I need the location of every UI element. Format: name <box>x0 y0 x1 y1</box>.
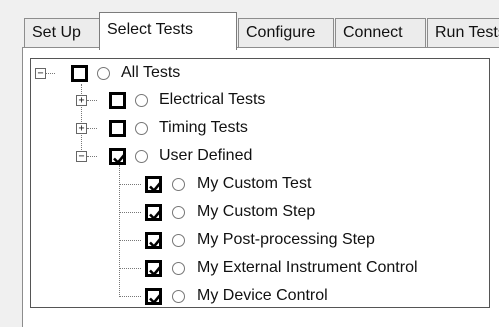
test-tree[interactable]: − All Tests + Electrical Tests + Timing … <box>30 58 490 308</box>
minus-box-icon[interactable]: − <box>35 68 46 79</box>
radio-button-icon[interactable] <box>172 178 185 191</box>
tab-configure[interactable]: Configure <box>238 18 334 48</box>
checkbox-icon[interactable] <box>109 120 126 137</box>
radio-button-icon[interactable] <box>172 206 185 219</box>
tree-connector <box>119 240 141 241</box>
minus-box-icon[interactable]: − <box>76 151 87 162</box>
tree-connector <box>87 128 97 129</box>
radio-button-icon[interactable] <box>172 262 185 275</box>
plus-box-icon[interactable]: + <box>76 95 87 106</box>
tree-item-my-post-processing-step[interactable]: My Post-processing Step <box>197 230 375 250</box>
radio-button-icon[interactable] <box>135 94 148 107</box>
tree-item-timing-tests[interactable]: Timing Tests <box>159 118 248 138</box>
tab-set-up[interactable]: Set Up <box>24 18 100 48</box>
checkbox-icon[interactable] <box>145 288 163 305</box>
checkbox-icon[interactable] <box>109 92 126 109</box>
test-app-window: Set Up Configure Connect Run Tests Selec… <box>0 0 499 327</box>
checkbox-icon[interactable] <box>109 148 127 165</box>
radio-button-icon[interactable] <box>135 150 148 163</box>
tree-item-all-tests[interactable]: All Tests <box>121 63 180 83</box>
radio-button-icon[interactable] <box>97 67 110 80</box>
tree-item-user-defined[interactable]: User Defined <box>159 146 252 166</box>
checkbox-icon[interactable] <box>145 204 163 221</box>
tree-connector <box>87 100 97 101</box>
tab-strip: Set Up Configure Connect Run Tests Selec… <box>20 0 499 50</box>
plus-box-icon[interactable]: + <box>76 123 87 134</box>
radio-button-icon[interactable] <box>135 122 148 135</box>
tree-connector <box>119 184 141 185</box>
radio-button-icon[interactable] <box>172 234 185 247</box>
tree-item-electrical-tests[interactable]: Electrical Tests <box>159 90 265 110</box>
tab-select-tests[interactable]: Select Tests <box>99 12 237 50</box>
tree-connector <box>87 156 97 157</box>
tree-item-my-custom-test[interactable]: My Custom Test <box>197 174 311 194</box>
checkbox-icon[interactable] <box>145 176 163 193</box>
tree-connector <box>119 212 141 213</box>
checkbox-icon[interactable] <box>145 260 163 277</box>
tree-item-my-device-control[interactable]: My Device Control <box>197 286 328 306</box>
tree-connector <box>119 268 141 269</box>
tab-connect[interactable]: Connect <box>335 18 426 48</box>
tab-run-tests[interactable]: Run Tests <box>427 18 499 48</box>
tree-item-my-custom-step[interactable]: My Custom Step <box>197 202 315 222</box>
tree-item-my-external-instrument-control[interactable]: My External Instrument Control <box>197 258 418 278</box>
checkbox-icon[interactable] <box>145 232 163 249</box>
radio-button-icon[interactable] <box>172 290 185 303</box>
tree-connector <box>45 73 55 74</box>
tree-connector <box>119 296 141 297</box>
checkbox-icon[interactable] <box>71 65 88 82</box>
